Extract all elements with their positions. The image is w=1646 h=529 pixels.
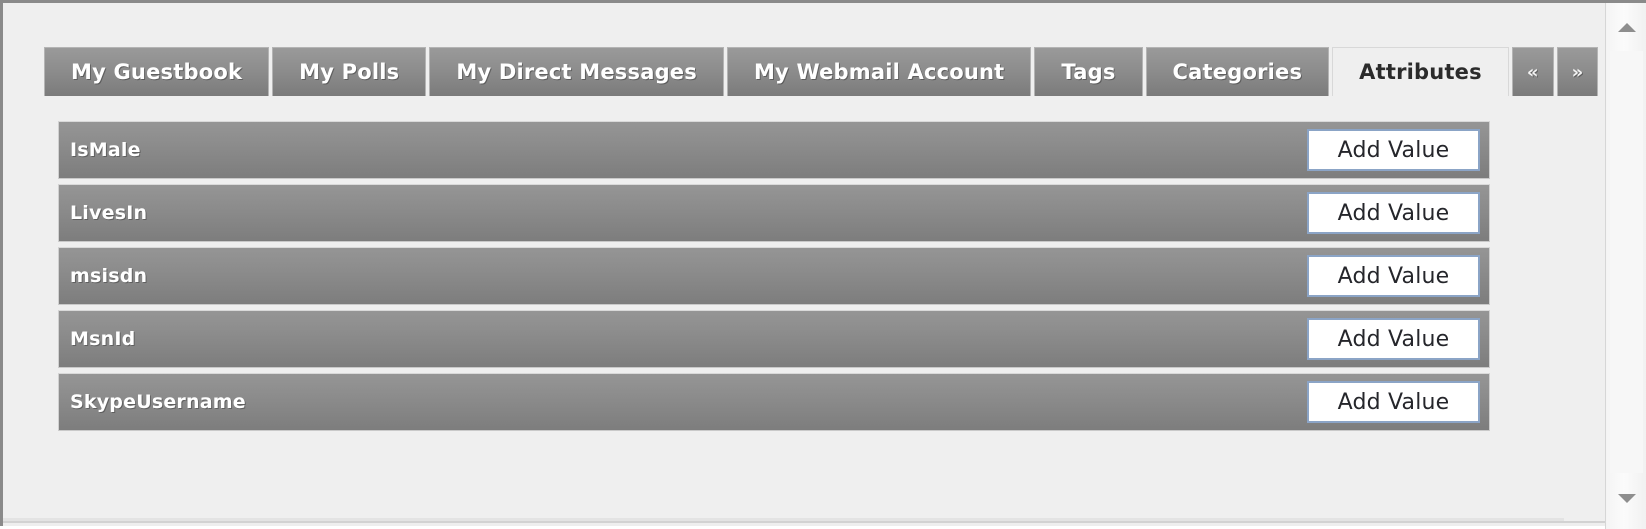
add-value-button[interactable]: Add Value xyxy=(1307,381,1480,423)
application-window: My Guestbook My Polls My Direct Messages… xyxy=(0,0,1646,529)
add-value-button[interactable]: Add Value xyxy=(1307,129,1480,171)
tab-label: My Guestbook xyxy=(71,60,243,84)
tab-bar: My Guestbook My Polls My Direct Messages… xyxy=(44,47,1599,96)
tab-label: Categories xyxy=(1172,60,1303,84)
attribute-name: IsMale xyxy=(70,139,141,161)
tab-tags[interactable]: Tags xyxy=(1034,47,1143,96)
tab-attributes[interactable]: Attributes xyxy=(1332,47,1509,96)
double-chevron-left-icon: « xyxy=(1526,61,1539,83)
attribute-list: IsMale Add Value LivesIn Add Value msisd… xyxy=(58,121,1490,431)
table-row: SkypeUsername Add Value xyxy=(58,373,1490,431)
tab-categories[interactable]: Categories xyxy=(1145,47,1330,96)
tab-my-polls[interactable]: My Polls xyxy=(272,47,427,96)
bottom-edge xyxy=(3,518,1564,521)
scrollbar-track[interactable] xyxy=(1610,51,1643,473)
scroll-down-arrow-icon xyxy=(1617,493,1636,503)
attribute-name: SkypeUsername xyxy=(70,391,246,413)
row-actions: Add Value xyxy=(1307,318,1480,360)
content-area: My Guestbook My Polls My Direct Messages… xyxy=(3,3,1605,523)
table-row: MsnId Add Value xyxy=(58,310,1490,368)
row-actions: Add Value xyxy=(1307,381,1480,423)
double-chevron-right-icon: » xyxy=(1571,61,1584,83)
tab-my-guestbook[interactable]: My Guestbook xyxy=(44,47,270,96)
tab-label: Tags xyxy=(1061,60,1116,84)
tab-scroll-prev-button[interactable]: « xyxy=(1511,47,1554,96)
tab-my-direct-messages[interactable]: My Direct Messages xyxy=(429,47,724,96)
tab-my-webmail-account[interactable]: My Webmail Account xyxy=(726,47,1032,96)
add-value-button[interactable]: Add Value xyxy=(1307,192,1480,234)
row-actions: Add Value xyxy=(1307,129,1480,171)
attribute-name: LivesIn xyxy=(70,202,148,224)
scroll-up-arrow-icon xyxy=(1617,22,1636,32)
scrollbar-down-button[interactable] xyxy=(1606,477,1646,519)
table-row: LivesIn Add Value xyxy=(58,184,1490,242)
attribute-name: MsnId xyxy=(70,328,136,350)
table-row: IsMale Add Value xyxy=(58,121,1490,179)
attribute-name: msisdn xyxy=(70,265,148,287)
add-value-button[interactable]: Add Value xyxy=(1307,318,1480,360)
tab-label: My Webmail Account xyxy=(753,60,1005,84)
tab-label: My Polls xyxy=(299,60,400,84)
row-actions: Add Value xyxy=(1307,255,1480,297)
add-value-button[interactable]: Add Value xyxy=(1307,255,1480,297)
tab-label: Attributes xyxy=(1359,60,1482,84)
row-actions: Add Value xyxy=(1307,192,1480,234)
vertical-scrollbar[interactable] xyxy=(1605,3,1646,529)
tab-label: My Direct Messages xyxy=(456,60,697,84)
table-row: msisdn Add Value xyxy=(58,247,1490,305)
tab-scroll-next-button[interactable]: » xyxy=(1556,47,1599,96)
scrollbar-up-button[interactable] xyxy=(1606,6,1646,48)
